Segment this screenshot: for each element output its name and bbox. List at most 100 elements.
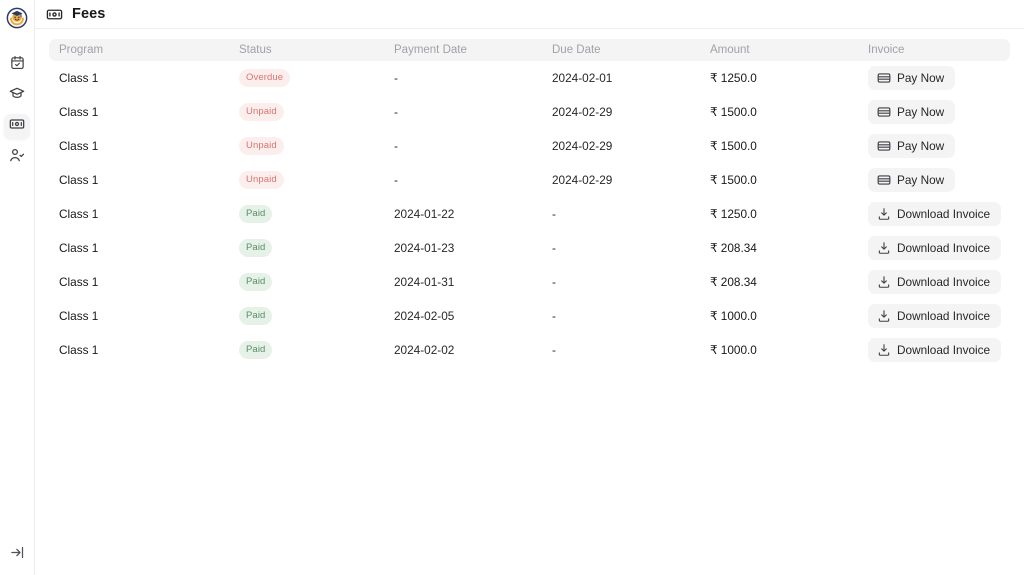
table-row: Class 1 Unpaid - 2024-02-29 ₹ 1500.0 Pay Now [49, 163, 1010, 197]
cell-invoice: Pay Now [858, 95, 1010, 129]
sidebar-item-attendance[interactable] [4, 52, 30, 77]
cell-invoice: Pay Now [858, 163, 1010, 197]
credit-card-icon [877, 173, 891, 187]
cell-program: Class 1 [59, 241, 99, 255]
cell-due-date: - [552, 343, 556, 357]
status-badge: Paid [239, 205, 273, 223]
cell-payment-date: - [394, 139, 398, 153]
column-header-due-date: Due Date [542, 39, 700, 61]
status-badge: Unpaid [239, 103, 284, 121]
cell-invoice: Pay Now [858, 61, 1010, 95]
status-badge: Unpaid [239, 137, 284, 155]
cell-payment-date: - [394, 71, 398, 85]
table-body: Class 1 Overdue - 2024-02-01 ₹ 1250.0 Pay Now… [49, 61, 1010, 367]
column-header-amount: Amount [700, 39, 858, 61]
cell-invoice: Download Invoice [858, 265, 1010, 299]
action-button-label: Download Invoice [897, 241, 991, 255]
cell-status: Paid [229, 333, 384, 367]
sidebar-item-enrollment[interactable] [4, 145, 30, 170]
cell-status: Overdue [229, 61, 384, 95]
status-badge: Paid [239, 239, 273, 257]
cell-amount: ₹ 1250.0 [710, 71, 757, 85]
download-invoice-button[interactable]: Download Invoice [868, 338, 1002, 362]
cell-payment-date: 2024-02-02 [394, 343, 455, 357]
download-invoice-button[interactable]: Download Invoice [868, 236, 1002, 260]
cell-status: Unpaid [229, 129, 384, 163]
sidebar-item-programs[interactable] [4, 83, 30, 108]
cell-invoice: Download Invoice [858, 197, 1010, 231]
cell-invoice: Pay Now [858, 129, 1010, 163]
cell-payment-date: 2024-01-23 [394, 241, 455, 255]
page-header: Fees [35, 0, 1024, 29]
table-header-row: Program Status Payment Date Due Date Amo… [49, 39, 1010, 61]
cell-payment-date: 2024-02-05 [394, 309, 455, 323]
calendar-check-icon [10, 55, 25, 75]
cell-due-date: 2024-02-29 [552, 173, 613, 187]
download-icon [877, 241, 891, 255]
table-row: Class 1 Overdue - 2024-02-01 ₹ 1250.0 Pay Now [49, 61, 1010, 95]
column-header-invoice: Invoice [858, 39, 1010, 61]
cell-program: Class 1 [59, 309, 99, 323]
table-row: Class 1 Paid 2024-01-31 - ₹ 208.34 Download I… [49, 265, 1010, 299]
table-row: Class 1 Unpaid - 2024-02-29 ₹ 1500.0 Pay Now [49, 129, 1010, 163]
table-row: Class 1 Paid 2024-02-02 - ₹ 1000.0 Download I… [49, 333, 1010, 367]
credit-card-icon [877, 105, 891, 119]
cell-invoice: Download Invoice [858, 231, 1010, 265]
download-invoice-button[interactable]: Download Invoice [868, 270, 1002, 294]
cell-program: Class 1 [59, 105, 99, 119]
app-logo[interactable] [5, 6, 29, 30]
download-invoice-button[interactable]: Download Invoice [868, 202, 1002, 226]
pay-now-button[interactable]: Pay Now [868, 100, 956, 124]
pay-now-button[interactable]: Pay Now [868, 134, 956, 158]
credit-card-icon [877, 71, 891, 85]
graduation-cap-icon [9, 85, 25, 106]
main-area: Fees Program Status Payment Date Due Dat… [35, 0, 1024, 575]
download-icon [877, 207, 891, 221]
cell-program: Class 1 [59, 71, 99, 85]
sidebar-item-fees[interactable] [4, 114, 30, 139]
sidebar [0, 0, 35, 575]
download-icon [877, 275, 891, 289]
cell-due-date: - [552, 241, 556, 255]
cell-status: Paid [229, 231, 384, 265]
action-button-label: Download Invoice [897, 343, 991, 357]
table-row: Class 1 Paid 2024-01-22 - ₹ 1250.0 Download I… [49, 197, 1010, 231]
status-badge: Unpaid [239, 171, 284, 189]
cell-amount: ₹ 1500.0 [710, 139, 757, 153]
cell-payment-date: 2024-01-31 [394, 275, 455, 289]
banknote-icon [9, 116, 25, 137]
expand-sidebar-button[interactable] [6, 543, 30, 567]
user-check-icon [9, 147, 25, 168]
column-header-status: Status [229, 39, 384, 61]
cell-program: Class 1 [59, 207, 99, 221]
cell-amount: ₹ 1500.0 [710, 173, 757, 187]
app-root: Fees Program Status Payment Date Due Dat… [0, 0, 1024, 575]
cell-program: Class 1 [59, 275, 99, 289]
action-button-label: Download Invoice [897, 207, 991, 221]
cell-status: Unpaid [229, 95, 384, 129]
cell-amount: ₹ 208.34 [710, 275, 757, 289]
credit-card-icon [877, 139, 891, 153]
table-row: Class 1 Paid 2024-02-05 - ₹ 1000.0 Download I… [49, 299, 1010, 333]
cell-invoice: Download Invoice [858, 299, 1010, 333]
status-badge: Paid [239, 341, 273, 359]
cell-payment-date: - [394, 173, 398, 187]
cell-amount: ₹ 1000.0 [710, 343, 757, 357]
pay-now-button[interactable]: Pay Now [868, 66, 956, 90]
column-header-payment-date: Payment Date [384, 39, 542, 61]
pay-now-button[interactable]: Pay Now [868, 168, 956, 192]
cell-payment-date: 2024-01-22 [394, 207, 455, 221]
download-invoice-button[interactable]: Download Invoice [868, 304, 1002, 328]
status-badge: Paid [239, 273, 273, 291]
banknote-icon [46, 6, 63, 23]
cell-due-date: - [552, 275, 556, 289]
cell-status: Paid [229, 197, 384, 231]
download-icon [877, 309, 891, 323]
cell-status: Paid [229, 265, 384, 299]
cell-due-date: 2024-02-29 [552, 105, 613, 119]
table-head: Program Status Payment Date Due Date Amo… [49, 39, 1010, 61]
action-button-label: Download Invoice [897, 309, 991, 323]
cell-amount: ₹ 1250.0 [710, 207, 757, 221]
download-icon [877, 343, 891, 357]
action-button-label: Pay Now [897, 71, 945, 85]
